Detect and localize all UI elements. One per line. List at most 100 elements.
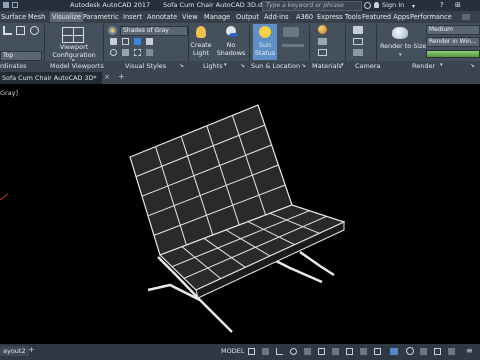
camera-display-icon[interactable] [353, 49, 363, 56]
annotation-scale-icon[interactable] [390, 348, 398, 355]
selection-cycling-icon[interactable] [360, 348, 367, 355]
chevron-down-icon[interactable]: ▾ [399, 52, 402, 58]
snap-toggle-icon[interactable] [262, 348, 269, 355]
grid-toggle-icon[interactable] [248, 348, 255, 355]
osnap-toggle-icon[interactable] [318, 348, 325, 355]
xray-icon[interactable] [134, 38, 141, 45]
isodraft-toggle-icon[interactable] [304, 348, 311, 355]
app-title: Autodesk AutoCAD 2017 [70, 1, 151, 9]
render-quality-dropdown[interactable]: Medium [426, 25, 480, 35]
dropdown-icon[interactable]: ▾ [412, 3, 415, 10]
view-dropdown-value: Top [3, 52, 14, 59]
sign-in-link[interactable]: Sign In [382, 1, 404, 9]
hardware-acceleration-icon[interactable] [448, 348, 455, 355]
visual-style-value: Shades of Gray [123, 27, 169, 34]
render-launcher-icon[interactable]: ▾ [440, 62, 443, 68]
ribbon-tabs: Surface Mesh Visualize Parametric Insert… [0, 11, 480, 23]
edge-color-icon[interactable] [146, 38, 153, 45]
cart-icon[interactable]: ⊞ [455, 1, 461, 9]
lights-dialog-icon[interactable]: ↘ [240, 62, 245, 69]
ucs-icon[interactable] [3, 26, 12, 35]
wireframe-icon[interactable] [134, 49, 141, 56]
sun-launcher-icon[interactable]: ↘ [301, 62, 306, 69]
tab-a360[interactable]: A360 [296, 12, 313, 22]
tab-view[interactable]: View [182, 12, 198, 22]
ortho-toggle-icon[interactable] [276, 348, 283, 355]
panel-title-materials: Materials [312, 62, 342, 70]
add-layout-icon[interactable]: + [28, 345, 35, 354]
tab-express-tools[interactable]: Express Tools [317, 12, 361, 22]
render-location-value: Render in Win... [429, 38, 477, 45]
customize-icon[interactable]: ≡ [466, 346, 473, 355]
polar-toggle-icon[interactable] [290, 348, 297, 355]
ribbon-options-icon[interactable] [462, 14, 470, 20]
file-title: Sofa Cum Chair AutoCAD 3D.dwg [163, 1, 272, 9]
tab-mesh[interactable]: Mesh [28, 12, 45, 22]
qat-save-icon[interactable] [3, 2, 9, 8]
workspace-icon[interactable] [406, 347, 414, 355]
tab-add-ins[interactable]: Add-ins [264, 12, 289, 22]
tab-output[interactable]: Output [236, 12, 259, 22]
lighting-quality-icon[interactable] [122, 49, 129, 56]
render-dialog-icon[interactable]: ↘ [470, 62, 475, 69]
layout-tab[interactable]: ayout2 [0, 346, 29, 356]
materials-attach-icon[interactable] [318, 38, 327, 45]
qat-undo-icon[interactable] [12, 2, 18, 8]
render-location-dropdown[interactable]: Render in Win... [426, 37, 480, 47]
materials-browser-icon[interactable] [318, 25, 327, 34]
no-shadows-button[interactable]: No Shadows [216, 41, 246, 57]
document-tab[interactable]: Sofa Cum Chair AutoCAD 3D* [0, 72, 102, 84]
create-light-label-2: Light [193, 48, 209, 57]
tab-performance[interactable]: Performance [410, 12, 452, 22]
close-icon[interactable]: × [104, 73, 110, 81]
panel-title-render: Render [412, 62, 436, 70]
visual-style-dropdown[interactable]: Shades of Gray [120, 26, 188, 36]
tab-insert[interactable]: Insert [123, 12, 142, 22]
date-slider-icon[interactable] [282, 44, 304, 47]
tab-surface[interactable]: Surface [1, 12, 26, 22]
edge-effects-icon[interactable] [122, 38, 129, 45]
ucs-world-icon[interactable] [16, 26, 25, 35]
model-space-button[interactable]: MODEL [221, 347, 244, 355]
viewport-configuration-button[interactable]: Viewport Configuration [48, 43, 100, 59]
camera-icon[interactable] [353, 26, 363, 34]
chair-model [129, 104, 346, 333]
viewport-configuration-icon[interactable] [62, 27, 84, 43]
sky-background-icon[interactable] [283, 27, 299, 37]
title-bar: Autodesk AutoCAD 2017 Sofa Cum Chair Aut… [0, 0, 480, 11]
panel-title-coordinates: rdinates [0, 62, 27, 70]
gizmo-toggle-icon[interactable] [374, 348, 381, 355]
sun-icon [259, 26, 271, 38]
search-icon[interactable] [364, 2, 371, 9]
user-icon[interactable] [374, 2, 379, 8]
help-icon[interactable]: ? [440, 1, 444, 9]
search-input[interactable]: Type a keyword or phrase [262, 1, 362, 11]
view-dropdown[interactable]: Top [0, 51, 42, 61]
tab-manage[interactable]: Manage [204, 12, 230, 22]
transparency-toggle-icon[interactable] [346, 348, 353, 355]
create-light-button[interactable]: Create Light [189, 41, 213, 57]
camera-adjust-icon[interactable] [353, 38, 363, 45]
face-style-icon[interactable] [110, 49, 117, 56]
teapot-icon [392, 27, 408, 39]
light-bulb-icon[interactable] [196, 26, 206, 38]
lights-launcher-icon[interactable]: ▾ [224, 62, 227, 68]
tab-parametric[interactable]: Parametric [83, 12, 119, 22]
render-to-size-button[interactable]: Render to Size [380, 42, 427, 51]
visual-style-toggle-icon[interactable] [110, 38, 117, 45]
visual-style-icon [108, 26, 117, 35]
chair-cushion-grid [129, 104, 346, 333]
lineweight-toggle-icon[interactable] [332, 348, 339, 355]
tab-visualize[interactable]: Visualize [50, 12, 84, 22]
new-tab-icon[interactable]: + [118, 72, 125, 81]
tab-annotate[interactable]: Annotate [147, 12, 177, 22]
isolate-objects-icon[interactable] [434, 348, 441, 355]
ucs-origin-icon[interactable] [30, 26, 39, 35]
silhouette-icon[interactable] [146, 49, 153, 56]
visual-styles-launcher-icon[interactable]: ↘ [179, 62, 184, 69]
materials-launcher-icon[interactable]: ▾ [341, 62, 344, 68]
tab-featured-apps[interactable]: Featured Apps [362, 12, 410, 22]
annotation-monitor-icon[interactable] [420, 348, 427, 355]
materials-mapping-icon[interactable] [318, 49, 327, 56]
render-to-size-label: Render to Size [380, 42, 427, 50]
